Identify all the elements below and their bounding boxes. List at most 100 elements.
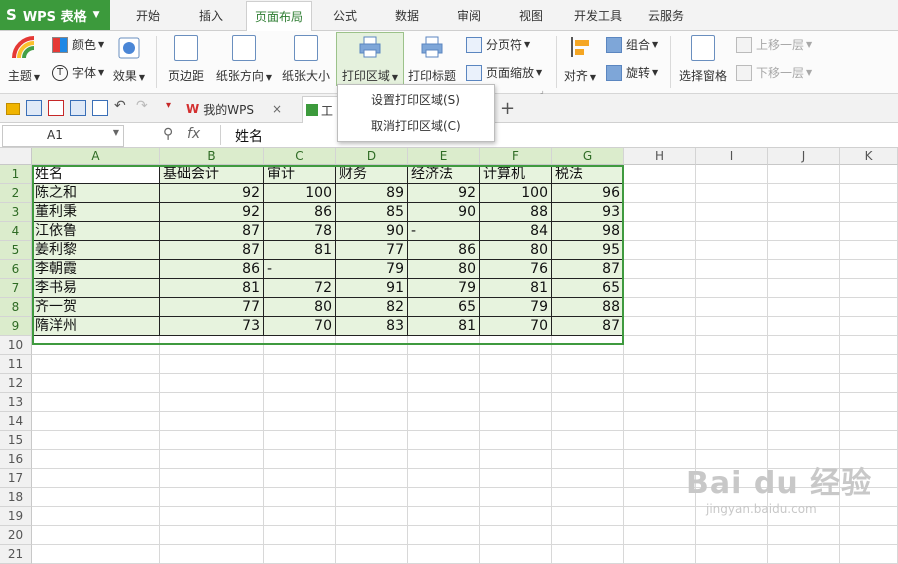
cell[interactable] (552, 526, 624, 545)
cell[interactable] (264, 431, 336, 450)
cell[interactable] (408, 393, 480, 412)
score-cell[interactable]: 87 (160, 241, 264, 260)
score-cell[interactable]: 65 (552, 279, 624, 298)
score-cell[interactable]: 70 (264, 317, 336, 336)
name-cell[interactable]: 隋洋州 (32, 317, 160, 336)
cell[interactable] (408, 431, 480, 450)
cell[interactable] (160, 507, 264, 526)
score-cell[interactable]: 87 (552, 260, 624, 279)
score-cell[interactable]: 91 (336, 279, 408, 298)
cell[interactable] (624, 165, 696, 184)
cell[interactable] (768, 184, 840, 203)
cell[interactable] (768, 431, 840, 450)
cell[interactable] (840, 336, 898, 355)
cell[interactable] (696, 412, 768, 431)
cell[interactable] (32, 488, 160, 507)
cell[interactable] (160, 355, 264, 374)
cell[interactable] (840, 374, 898, 393)
row-header-2[interactable]: 2 (0, 184, 32, 203)
cell[interactable] (32, 545, 160, 564)
row-header-6[interactable]: 6 (0, 260, 32, 279)
score-cell[interactable]: 79 (336, 260, 408, 279)
cell[interactable] (264, 507, 336, 526)
score-cell[interactable]: 80 (480, 241, 552, 260)
cell[interactable] (696, 355, 768, 374)
cell[interactable] (480, 431, 552, 450)
theme-button[interactable]: 主题 ▼ (6, 31, 42, 84)
cell[interactable] (552, 355, 624, 374)
cell[interactable] (624, 184, 696, 203)
cell[interactable] (552, 431, 624, 450)
cell[interactable] (768, 374, 840, 393)
cell[interactable] (624, 298, 696, 317)
cell[interactable] (768, 412, 840, 431)
cell[interactable] (624, 317, 696, 336)
cell[interactable] (408, 526, 480, 545)
cell[interactable] (696, 431, 768, 450)
cell[interactable] (32, 431, 160, 450)
score-cell[interactable]: 87 (160, 222, 264, 241)
tab-formulas[interactable]: 公式 (322, 0, 368, 30)
score-cell[interactable]: 80 (264, 298, 336, 317)
score-cell[interactable]: 88 (480, 203, 552, 222)
cell[interactable] (160, 393, 264, 412)
cell[interactable] (768, 203, 840, 222)
new-tab-button[interactable]: + (500, 98, 515, 119)
page-zoom-button[interactable]: 页面缩放 ▼ (466, 64, 542, 81)
row-header-12[interactable]: 12 (0, 374, 32, 393)
score-cell[interactable]: 95 (552, 241, 624, 260)
cell[interactable] (160, 412, 264, 431)
score-cell[interactable]: 90 (408, 203, 480, 222)
cell[interactable] (336, 374, 408, 393)
score-cell[interactable]: 80 (408, 260, 480, 279)
print-icon[interactable] (70, 100, 86, 116)
name-cell[interactable]: 陈之和 (32, 184, 160, 203)
name-cell[interactable]: 齐一贺 (32, 298, 160, 317)
cell[interactable] (480, 450, 552, 469)
cell[interactable] (32, 450, 160, 469)
tab-insert[interactable]: 插入 (188, 0, 234, 30)
cell[interactable] (552, 393, 624, 412)
cell[interactable] (408, 412, 480, 431)
save-icon[interactable] (26, 100, 42, 116)
open-folder-icon[interactable] (6, 103, 20, 115)
cell[interactable] (408, 374, 480, 393)
row-header-20[interactable]: 20 (0, 526, 32, 545)
cell[interactable] (552, 336, 624, 355)
score-cell[interactable]: 77 (336, 241, 408, 260)
cell[interactable] (264, 412, 336, 431)
column-header-k[interactable]: K (840, 148, 898, 165)
selection-pane-button[interactable]: 选择窗格 (676, 31, 730, 84)
score-cell[interactable]: 76 (480, 260, 552, 279)
header-cell[interactable]: 姓名 (32, 165, 160, 184)
cell[interactable] (336, 450, 408, 469)
cell[interactable] (160, 450, 264, 469)
cell[interactable] (32, 393, 160, 412)
cell[interactable] (624, 355, 696, 374)
cell[interactable] (696, 393, 768, 412)
effect-button[interactable]: 效果 ▼ (108, 31, 150, 84)
cell[interactable] (768, 298, 840, 317)
cell[interactable] (840, 317, 898, 336)
score-cell[interactable]: 84 (480, 222, 552, 241)
score-cell[interactable]: 73 (160, 317, 264, 336)
header-cell[interactable]: 审计 (264, 165, 336, 184)
cell[interactable] (840, 165, 898, 184)
cell[interactable] (480, 488, 552, 507)
cell[interactable] (840, 241, 898, 260)
score-cell[interactable]: 86 (264, 203, 336, 222)
header-cell[interactable]: 计算机 (480, 165, 552, 184)
cell[interactable] (840, 260, 898, 279)
cell[interactable] (480, 526, 552, 545)
cell[interactable] (768, 222, 840, 241)
cell[interactable] (480, 374, 552, 393)
margins-button[interactable]: 页边距 (164, 31, 208, 84)
score-cell[interactable]: 72 (264, 279, 336, 298)
cell[interactable] (408, 336, 480, 355)
cell[interactable] (696, 336, 768, 355)
cell[interactable] (768, 165, 840, 184)
cell[interactable] (552, 507, 624, 526)
row-header-13[interactable]: 13 (0, 393, 32, 412)
cell[interactable] (840, 298, 898, 317)
cell[interactable] (408, 355, 480, 374)
